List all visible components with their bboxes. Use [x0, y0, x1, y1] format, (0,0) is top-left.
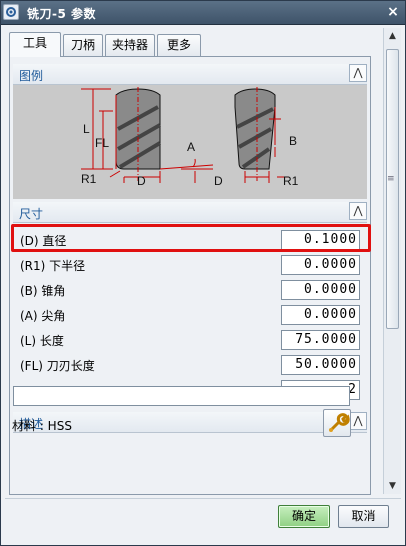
tip-angle-input[interactable]: 0.0000: [281, 305, 360, 325]
left-cutter-shape: [81, 87, 214, 183]
chevron-up-icon: ⋀: [353, 204, 363, 217]
label-R1-left: R1: [81, 172, 97, 186]
label-A: A: [187, 140, 195, 154]
param-row-length: (L) 长度 75.0000: [13, 329, 367, 351]
label-R1-right: R1: [283, 174, 299, 188]
settings-gear-icon: [3, 4, 19, 20]
flute-length-input[interactable]: 50.0000: [281, 355, 360, 375]
diameter-highlight-box: [11, 224, 371, 252]
material-label: 材料 : HSS: [12, 419, 72, 433]
taper-angle-input[interactable]: 0.0000: [281, 280, 360, 300]
label-B: B: [289, 134, 297, 148]
description-collapse-button[interactable]: ⋀: [349, 412, 367, 430]
dimensions-section-label: 尺寸: [19, 207, 44, 221]
dimensions-section-header[interactable]: 尺寸 ⋀: [13, 202, 367, 223]
tool-illustration: L FL R1 D A B D R1: [13, 85, 367, 199]
label-FL: FL: [95, 136, 109, 150]
tab-tool[interactable]: 工具: [9, 32, 61, 57]
chevron-up-icon: ⋀: [353, 414, 363, 427]
label-D-left: D: [137, 174, 146, 188]
right-cutter-shape: [234, 87, 289, 183]
lower-radius-input[interactable]: 0.0000: [281, 255, 360, 275]
material-select-button[interactable]: [323, 409, 351, 437]
tab-more[interactable]: 更多: [157, 34, 201, 56]
scroll-up-arrow-icon[interactable]: ▲: [384, 28, 401, 44]
bottom-separator: [5, 498, 401, 499]
tab-holder[interactable]: 刀柄: [63, 34, 103, 56]
ok-button[interactable]: 确定: [278, 505, 330, 528]
tab-clamp[interactable]: 夹持器: [105, 34, 155, 56]
title-bar[interactable]: 铣刀-5 参数 ×: [1, 1, 405, 25]
scrollbar-thumb[interactable]: [386, 49, 399, 329]
legend-section-label: 图例: [19, 69, 44, 83]
param-row-flute-length: (FL) 刀刃长度 50.0000: [13, 354, 367, 376]
length-input[interactable]: 75.0000: [281, 330, 360, 350]
vertical-scrollbar[interactable]: ▲ ≡ ▼: [383, 28, 401, 494]
chevron-up-icon: ⋀: [353, 66, 363, 79]
tool-parameters-dialog: 铣刀-5 参数 × 工具 刀柄 夹持器 更多 图例 ⋀ L FL R1 D A …: [0, 0, 406, 546]
description-input[interactable]: [13, 386, 350, 406]
param-label-length: (L) 长度: [20, 334, 64, 348]
label-L: L: [83, 122, 90, 136]
legend-collapse-button[interactable]: ⋀: [349, 64, 367, 82]
param-label-flute-length: (FL) 刀刃长度: [20, 359, 95, 373]
legend-section-header[interactable]: 图例 ⋀: [13, 64, 367, 85]
close-button[interactable]: ×: [385, 4, 401, 20]
param-row-lower-radius: (R1) 下半径 0.0000: [13, 254, 367, 276]
param-label-lower-radius: (R1) 下半径: [20, 259, 86, 273]
cancel-button[interactable]: 取消: [338, 505, 389, 528]
window-title: 铣刀-5 参数: [27, 7, 97, 21]
dimensions-collapse-button[interactable]: ⋀: [349, 202, 367, 220]
param-label-taper-angle: (B) 锥角: [20, 284, 66, 298]
param-label-tip-angle: (A) 尖角: [20, 309, 66, 323]
label-D-right: D: [214, 174, 223, 188]
close-icon: ×: [387, 4, 399, 20]
param-row-tip-angle: (A) 尖角 0.0000: [13, 304, 367, 326]
wrench-icon: [329, 413, 350, 432]
milling-cutter-diagram: L FL R1 D A B D R1: [81, 87, 299, 188]
scroll-grip-icon: ≡: [387, 174, 395, 184]
param-row-taper-angle: (B) 锥角 0.0000: [13, 279, 367, 301]
scroll-down-arrow-icon[interactable]: ▼: [384, 478, 401, 494]
